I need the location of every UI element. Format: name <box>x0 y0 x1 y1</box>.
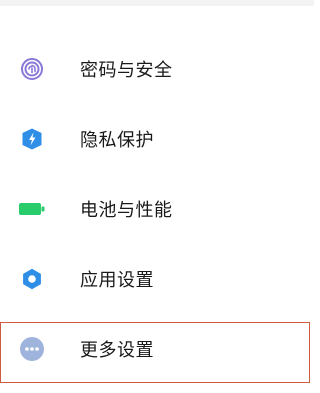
settings-item-privacy[interactable]: 隐私保护 <box>0 104 314 174</box>
settings-item-label: 应用设置 <box>80 270 154 291</box>
settings-item-password-security[interactable]: 密码与安全 <box>0 34 314 104</box>
settings-item-label: 更多设置 <box>80 340 154 361</box>
top-divider <box>0 0 314 6</box>
settings-item-label: 隐私保护 <box>80 130 154 151</box>
settings-item-battery-performance[interactable]: 电池与性能 <box>0 174 314 244</box>
more-dots-icon <box>18 335 46 363</box>
battery-icon <box>18 195 46 223</box>
settings-list: 密码与安全 隐私保护 电池与性能 应用设置 更多设置 <box>0 34 314 384</box>
settings-item-more-settings[interactable]: 更多设置 <box>0 314 314 384</box>
settings-item-label: 电池与性能 <box>80 200 173 221</box>
fingerprint-icon <box>18 55 46 83</box>
settings-item-label: 密码与安全 <box>80 60 173 81</box>
privacy-shield-icon <box>18 125 46 153</box>
gear-icon <box>18 265 46 293</box>
settings-item-app-settings[interactable]: 应用设置 <box>0 244 314 314</box>
